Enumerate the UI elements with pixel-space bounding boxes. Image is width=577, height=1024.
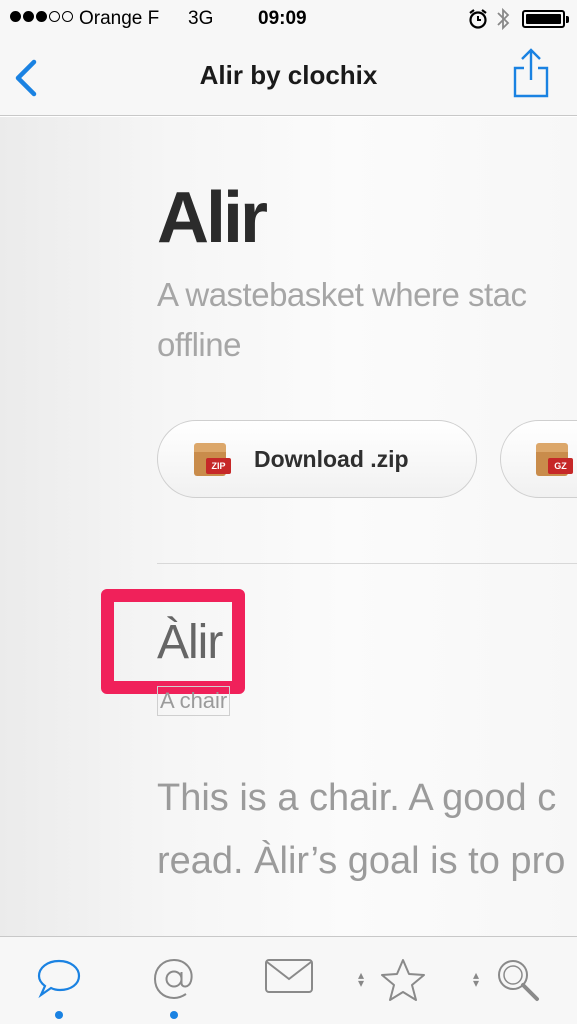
download-zip-button[interactable]: ZIP Download .zip <box>157 420 477 498</box>
bluetooth-icon <box>496 6 510 38</box>
section-divider <box>157 563 577 564</box>
unread-indicator <box>170 1011 178 1019</box>
tab-favorites[interactable]: ▴ ▾ <box>358 937 443 1024</box>
share-button[interactable] <box>509 46 553 100</box>
repository-title: Alir <box>157 178 268 258</box>
sort-handle-icon: ▴ ▾ <box>358 968 365 990</box>
alarm-clock-icon <box>468 8 488 36</box>
download-tarball-button[interactable]: GZ <box>500 420 577 498</box>
unread-indicator <box>55 1011 63 1019</box>
tab-messages[interactable] <box>249 937 329 1024</box>
tab-conversations[interactable] <box>19 937 99 1024</box>
image-alt-text: A chair <box>157 686 231 716</box>
repository-page[interactable]: Alir A wastebasket where stac offline ZI… <box>0 117 577 936</box>
envelope-icon <box>265 959 313 993</box>
navigation-bar: Alir by clochix <box>0 40 577 116</box>
at-sign-icon <box>153 958 193 1000</box>
sort-handle-icon: ▴ ▾ <box>473 968 480 990</box>
zip-archive-icon: ZIP <box>192 439 232 479</box>
screen: Orange F 3G 09:09 Alir by clochix Alir A… <box>0 0 577 1024</box>
status-bar: Orange F 3G 09:09 <box>0 0 577 40</box>
star-icon <box>381 959 425 1001</box>
highlight-annotation-box <box>101 589 245 694</box>
page-title: Alir by clochix <box>199 60 378 90</box>
tab-mentions[interactable] <box>134 937 214 1024</box>
network-type: 3G <box>188 8 214 29</box>
battery-icon <box>522 10 569 28</box>
search-icon <box>498 960 539 1001</box>
chat-bubble-icon <box>37 959 81 999</box>
gz-archive-icon: GZ <box>534 439 574 479</box>
tab-bar: ▴ ▾ ▴ ▾ <box>0 936 577 1024</box>
signal-strength-icon <box>10 11 73 22</box>
readme-body: This is a chair. A good c read. Àlir’s g… <box>157 777 566 882</box>
clock: 09:09 <box>258 8 307 29</box>
download-zip-label: Download .zip <box>254 445 409 472</box>
carrier-name: Orange F <box>79 8 160 29</box>
tab-search[interactable]: ▴ ▾ <box>473 937 558 1024</box>
share-icon <box>513 48 549 98</box>
repository-description: A wastebasket where stac offline <box>157 276 527 363</box>
